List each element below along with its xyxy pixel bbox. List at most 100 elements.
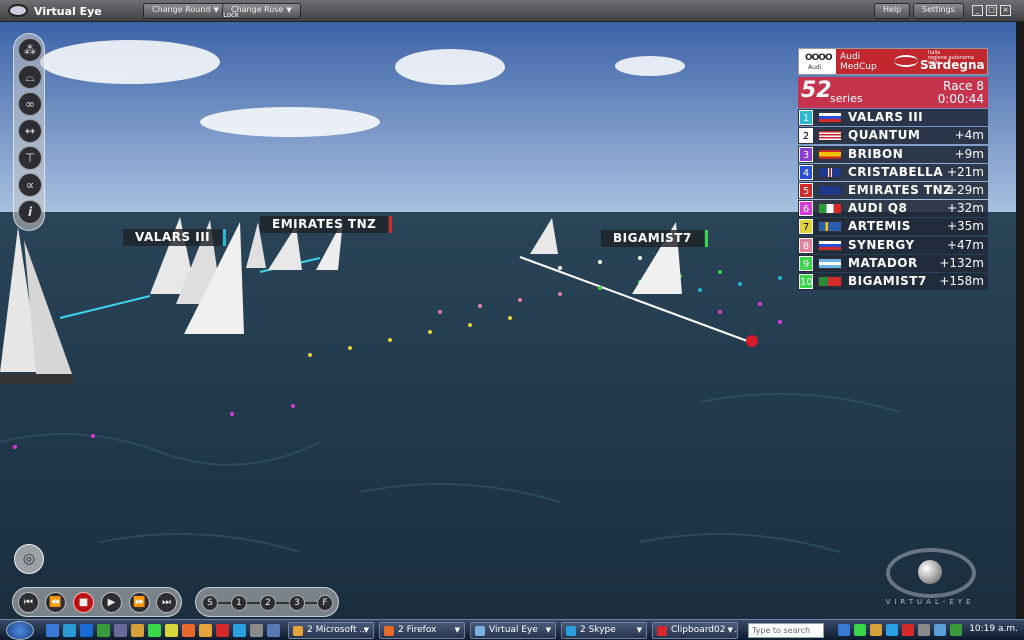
- camera-icon[interactable]: ◎: [14, 544, 44, 574]
- position-badge: 3: [799, 146, 813, 162]
- skype-icon[interactable]: [233, 624, 246, 637]
- tray-battery-icon[interactable]: [950, 624, 962, 636]
- app-title: Virtual Eye: [34, 5, 102, 18]
- medcup-logo: Audi MedCup: [836, 49, 890, 74]
- chevron-down-icon: ▼: [454, 626, 460, 634]
- flag-ru-icon: [818, 239, 842, 251]
- boat-tag-color-bar: [389, 216, 393, 233]
- skip-start-icon[interactable]: ⏮: [18, 592, 39, 613]
- series-label: series: [830, 92, 863, 105]
- view-tools-panel: ⁂ ⌓ ∞ ↔ ⊤ ∝ i: [13, 33, 45, 231]
- folder-icon[interactable]: [131, 624, 144, 637]
- start-button[interactable]: [6, 621, 34, 640]
- taskbar-task-button[interactable]: 2 Microsoft ... ▼: [288, 622, 374, 639]
- stop-icon[interactable]: ■: [73, 592, 94, 613]
- help-button[interactable]: Help: [874, 3, 911, 19]
- acrobat-icon[interactable]: [216, 624, 229, 637]
- taskbar-task-button[interactable]: 2 Skype ▼: [561, 622, 647, 639]
- boat-tag-bigamist[interactable]: BIGAMIST7: [601, 230, 708, 247]
- window-switcher-icon[interactable]: [63, 624, 76, 637]
- compare-icon[interactable]: ∝: [18, 173, 42, 197]
- distance-icon[interactable]: ↔: [18, 119, 42, 143]
- boat-name: VALARS III: [848, 110, 924, 125]
- position-badge: 6: [799, 201, 813, 217]
- info-icon[interactable]: i: [18, 200, 42, 224]
- gap-value: +9m: [954, 146, 984, 161]
- flag-se-icon: [818, 221, 842, 233]
- media-icon[interactable]: [114, 624, 127, 637]
- minimize-icon[interactable]: _: [972, 5, 983, 16]
- settings-button[interactable]: Settings: [913, 3, 964, 19]
- speed-step[interactable]: 2: [260, 595, 276, 611]
- speed-step[interactable]: F: [317, 595, 333, 611]
- taskbar-task-button[interactable]: Clipboard02 - ... ▼: [652, 622, 738, 639]
- rewind-icon[interactable]: ⏪: [45, 592, 66, 613]
- notes-icon[interactable]: [165, 624, 178, 637]
- skip-end-icon[interactable]: ⏭: [156, 592, 177, 613]
- leaderboard-row[interactable]: 5 EMIRATES TNZ +29m: [798, 181, 988, 199]
- leaderboard-row[interactable]: 2 QUANTUM +4m: [798, 127, 988, 145]
- sardegna-wave-icon: [894, 55, 918, 67]
- vertical-scrollbar[interactable]: [1016, 22, 1024, 619]
- tray-display-icon[interactable]: [934, 624, 946, 636]
- taskbar-task-button[interactable]: Virtual Eye ▼: [470, 622, 556, 639]
- boat-tag-valars[interactable]: VALARS III: [123, 229, 227, 246]
- position-badge: 4: [799, 164, 813, 180]
- tray-app-icon[interactable]: [902, 624, 914, 636]
- mail-icon[interactable]: [97, 624, 110, 637]
- binoculars-icon[interactable]: ∞: [18, 92, 42, 116]
- app-icon[interactable]: [250, 624, 263, 637]
- leaderboard-row[interactable]: 10 BIGAMIST7 +158m: [798, 272, 988, 290]
- boat-tag-label: BIGAMIST7: [613, 231, 692, 245]
- boat-tag-color-bar: [704, 230, 708, 247]
- task-app-icon: [293, 626, 303, 636]
- close-icon[interactable]: ×: [1000, 5, 1011, 16]
- firefox-icon[interactable]: [182, 624, 195, 637]
- play-icon[interactable]: ▶: [101, 592, 122, 613]
- course-icon[interactable]: ⊤: [18, 146, 42, 170]
- race-header: 52 series Race 8 0:00:44: [798, 77, 988, 108]
- speed-slider[interactable]: S 1 2 3 F: [195, 587, 339, 617]
- flag-ru-icon: [818, 112, 842, 124]
- tray-app-icon[interactable]: [870, 624, 882, 636]
- boat-name: QUANTUM: [848, 128, 921, 143]
- playback-controls: ⏮ ⏪ ■ ▶ ⏩ ⏭: [12, 587, 182, 617]
- leaderboard-row[interactable]: 4 CRISTABELLA +21m: [798, 163, 988, 181]
- flag-us-icon: [818, 130, 842, 142]
- gap-value: +47m: [946, 237, 984, 252]
- boat-view-icon[interactable]: ⌓: [18, 65, 42, 89]
- flag-it-icon: [818, 203, 842, 215]
- tray-skype-icon[interactable]: [886, 624, 898, 636]
- speed-step[interactable]: S: [202, 595, 218, 611]
- boat-name: SYNERGY: [848, 237, 915, 252]
- chrome-icon[interactable]: [148, 624, 161, 637]
- tray-volume-icon[interactable]: [918, 624, 930, 636]
- change-round-button[interactable]: Change Round ▼: [143, 3, 228, 19]
- overview-icon[interactable]: ⁂: [18, 38, 42, 62]
- fast-forward-icon[interactable]: ⏩: [129, 592, 150, 613]
- speed-step[interactable]: 3: [289, 595, 305, 611]
- taskbar-task-button[interactable]: 2 Firefox ▼: [379, 622, 465, 639]
- leaderboard-row[interactable]: 3 BRIBON +9m: [798, 145, 988, 163]
- taskbar-search-input[interactable]: Type to search: [748, 623, 824, 638]
- leaderboard-row[interactable]: 6 AUDI Q8 +32m: [798, 200, 988, 218]
- maximize-icon[interactable]: □: [986, 5, 997, 16]
- show-desktop-icon[interactable]: [46, 624, 59, 637]
- task-label: 2 Microsoft ...: [307, 625, 368, 635]
- tray-network-icon[interactable]: [838, 624, 850, 636]
- sardegna-logo: Italia regione autonoma della Sardegna: [890, 49, 987, 74]
- leaderboard-row[interactable]: 1 VALARS III: [798, 109, 988, 127]
- office-icon[interactable]: [199, 624, 212, 637]
- leaderboard-row[interactable]: 9 MATADOR +132m: [798, 254, 988, 272]
- leaderboard-row[interactable]: 7 ARTEMIS +35m: [798, 218, 988, 236]
- leaderboard-rows: 1 VALARS III 2 QUANTUM +4m 3 BRIBON +9m 4 CRISTAB…: [798, 109, 988, 290]
- boat-tag-emirates[interactable]: EMIRATES TNZ: [260, 216, 393, 233]
- boat-name: MATADOR: [848, 255, 918, 270]
- speed-step[interactable]: 1: [231, 595, 247, 611]
- virtual-eye-window: Virtual Eye Change Round ▼ Change Rose ▼ L…: [0, 0, 1024, 640]
- internet-explorer-icon[interactable]: [80, 624, 93, 637]
- boat-name: EMIRATES TNZ: [848, 182, 953, 197]
- tray-app-icon[interactable]: [854, 624, 866, 636]
- more-icon[interactable]: [267, 624, 280, 637]
- leaderboard-row[interactable]: 8 SYNERGY +47m: [798, 236, 988, 254]
